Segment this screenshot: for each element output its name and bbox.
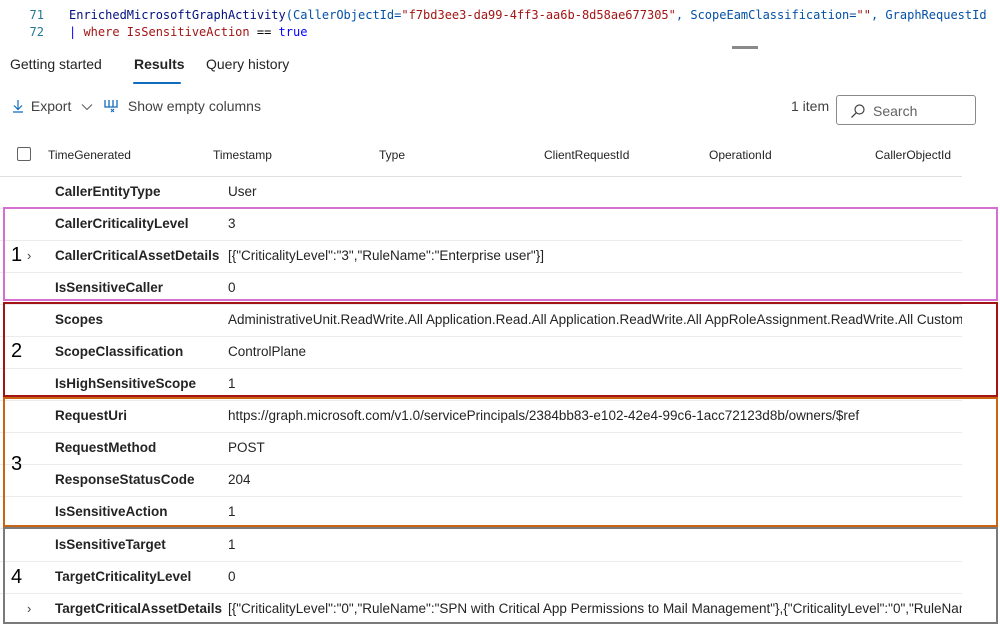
code-literal: true <box>271 25 308 39</box>
annotation-box-4 <box>3 527 998 624</box>
line-number: 71 <box>29 8 44 22</box>
select-all-checkbox[interactable] <box>17 147 31 161</box>
code-string: "" <box>856 8 871 22</box>
chevron-down-icon <box>81 104 93 111</box>
tab-query-history[interactable]: Query history <box>206 56 289 72</box>
query-editor[interactable]: 71 EnrichedMicrosoftGraphActivity(Caller… <box>0 0 1000 44</box>
column-time-generated[interactable]: TimeGenerated <box>48 148 131 162</box>
code-pipe: | <box>69 25 84 39</box>
annotation-label-3: 3 <box>11 453 23 475</box>
results-header: TimeGenerated Timestamp Type ClientReque… <box>0 140 962 177</box>
item-count: 1 item <box>791 98 830 114</box>
annotation-box-3 <box>3 397 998 527</box>
line-number: 72 <box>29 25 44 39</box>
code-token: , GraphRequestId <box>870 8 987 22</box>
code-operator: == <box>256 25 272 39</box>
code-keyword: where <box>83 25 120 39</box>
annotation-label-1: 1 <box>11 244 23 266</box>
show-empty-columns-toggle[interactable]: Show empty columns <box>103 98 261 114</box>
column-timestamp[interactable]: Timestamp <box>213 148 272 162</box>
tab-getting-started[interactable]: Getting started <box>10 56 102 72</box>
field-name: CallerEntityType <box>55 184 161 199</box>
annotation-label-4: 4 <box>11 566 23 588</box>
field-value: User <box>228 184 257 199</box>
annotation-box-1 <box>3 207 998 301</box>
export-button[interactable]: Export <box>12 98 93 114</box>
column-type[interactable]: Type <box>379 148 405 162</box>
export-label: Export <box>30 98 72 114</box>
column-operation-id[interactable]: OperationId <box>709 148 772 162</box>
code-token: (CallerObjectId= <box>285 8 402 22</box>
download-arrow-icon <box>13 100 23 113</box>
code-field: IsSensitiveAction <box>119 25 257 39</box>
annotation-label-2: 2 <box>11 340 23 362</box>
column-client-request-id[interactable]: ClientRequestId <box>544 148 629 162</box>
search-placeholder: Search <box>873 103 918 119</box>
tab-results[interactable]: Results <box>134 56 185 72</box>
editor-scrollbar[interactable] <box>732 46 758 49</box>
search-icon <box>851 104 865 118</box>
search-input[interactable]: Search <box>836 95 976 125</box>
detail-row-caller-entity-type: CallerEntityType User <box>0 176 962 209</box>
columns-icon <box>104 100 118 113</box>
active-tab-indicator <box>133 82 181 84</box>
table-name: EnrichedMicrosoftGraphActivity <box>69 8 286 22</box>
code-token: , ScopeEamClassification= <box>675 8 857 22</box>
annotation-box-2 <box>3 302 998 397</box>
show-empty-columns-label: Show empty columns <box>127 98 261 114</box>
column-caller-object-id[interactable]: CallerObjectId <box>875 148 951 162</box>
code-string: "f7bd3ee3-da99-4ff3-aa6b-8d58ae677305" <box>401 8 676 22</box>
